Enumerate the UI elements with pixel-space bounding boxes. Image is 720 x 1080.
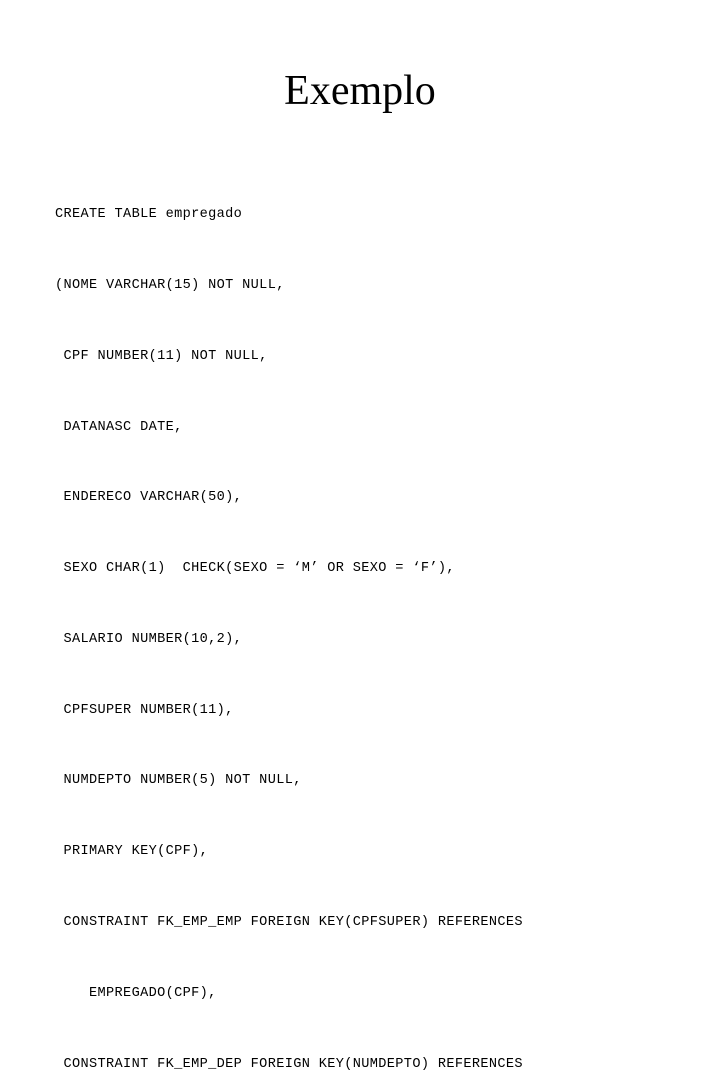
slide-canvas: Exemplo CREATE TABLE empregado (NOME VAR… <box>0 0 720 1072</box>
code-line: ENDERECO VARCHAR(50), <box>55 490 243 506</box>
code-line: CONSTRAINT FK_EMP_EMP FOREIGN KEY(CPFSUP… <box>55 915 523 930</box>
code-line: CPFSUPER NUMBER(11), <box>55 702 234 718</box>
code-line: NUMDEPTO NUMBER(5) NOT NULL, <box>55 773 302 789</box>
page-title: Exemplo <box>284 68 436 114</box>
code-line: SEXO CHAR(1) CHECK(SEXO = ‘M’ OR SEXO = … <box>55 561 455 577</box>
code-line: DATANASC DATE, <box>55 419 183 435</box>
code-line: PRIMARY KEY(CPF), <box>55 844 209 860</box>
code-line: (NOME VARCHAR(15) NOT NULL, <box>55 277 285 293</box>
code-line: CONSTRAINT FK_EMP_DEP FOREIGN KEY(NUMDEP… <box>55 1056 523 1072</box>
code-line: CPF NUMBER(11) NOT NULL, <box>55 348 268 364</box>
code-line: EMPREGADO(CPF), <box>55 985 217 1001</box>
code-line: CREATE TABLE empregado <box>55 207 243 223</box>
sql-code-block: CREATE TABLE empregado (NOME VARCHAR(15)… <box>55 156 675 1080</box>
code-line: SALARIO NUMBER(10,2), <box>55 631 243 647</box>
